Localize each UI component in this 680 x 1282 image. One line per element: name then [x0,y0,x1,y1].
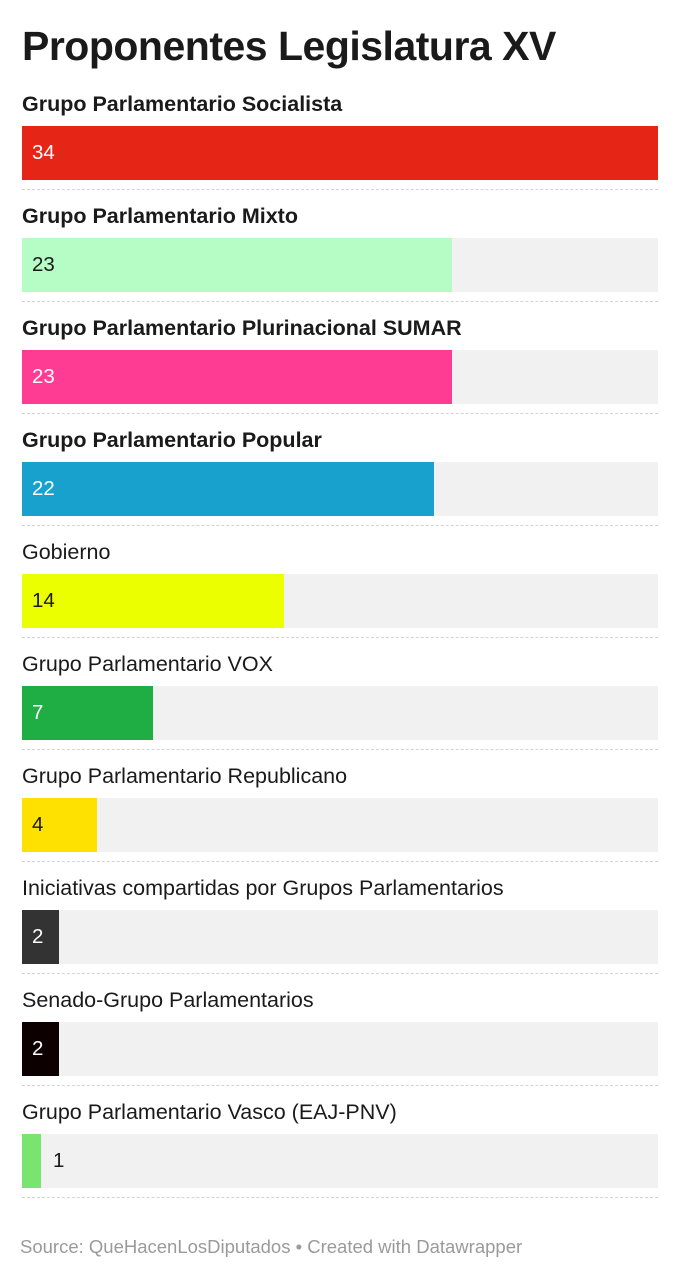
category-label: Grupo Parlamentario Plurinacional SUMAR [22,316,462,340]
bar [22,574,284,628]
value-label: 14 [32,589,55,612]
value-label: 2 [32,1037,44,1060]
bar-track: 1 [22,1134,658,1188]
bar-track: 7 [22,686,658,740]
bar-row: Grupo Parlamentario Plurinacional SUMAR 2… [22,310,658,422]
bar-track: 2 [22,910,658,964]
bar-row: Iniciativas compartidas por Grupos Parla… [22,870,658,982]
bar-row: Grupo Parlamentario Socialista 34 [22,86,658,198]
chart-title: Proponentes Legislatura XV [22,23,556,69]
category-label: Senado-Grupo Parlamentarios [22,988,314,1012]
bar-row: Grupo Parlamentario Republicano 4 [22,758,658,870]
bar [22,462,434,516]
value-label: 1 [53,1149,65,1172]
bar-track: 4 [22,798,658,852]
category-label: Grupo Parlamentario Mixto [22,204,298,228]
row-divider [22,1085,658,1086]
bar-track: 22 [22,462,658,516]
bar-track: 34 [22,126,658,180]
bar [22,350,452,404]
row-divider [22,749,658,750]
bar-row: Grupo Parlamentario Vasco (EAJ-PNV) 1 [22,1094,658,1206]
bar-track: 2 [22,1022,658,1076]
bar-row: Gobierno 14 [22,534,658,646]
category-label: Iniciativas compartidas por Grupos Parla… [22,876,504,900]
row-divider [22,637,658,638]
value-label: 2 [32,925,44,948]
category-label: Grupo Parlamentario Republicano [22,764,348,788]
row-divider [22,301,658,302]
row-divider [22,189,658,190]
bar-track: 14 [22,574,658,628]
category-label: Grupo Parlamentario VOX [22,652,273,676]
value-label: 7 [32,701,44,724]
bar-track: 23 [22,350,658,404]
bar-row: Senado-Grupo Parlamentarios 2 [22,982,658,1094]
bar [22,238,452,292]
category-label: Grupo Parlamentario Socialista [22,92,343,116]
bar-track: 23 [22,238,658,292]
category-label: Grupo Parlamentario Vasco (EAJ-PNV) [22,1100,397,1124]
bar-chart: Grupo Parlamentario Socialista 34 Grupo Pa… [22,86,658,1206]
row-divider [22,1197,658,1198]
row-divider [22,525,658,526]
row-divider [22,973,658,974]
bar-row: Grupo Parlamentario Popular 22 [22,422,658,534]
bar [22,1134,41,1188]
value-label: 34 [32,141,55,164]
bar-row: Grupo Parlamentario VOX 7 [22,646,658,758]
bar-row: Grupo Parlamentario Mixto 23 [22,198,658,310]
value-label: 23 [32,365,55,388]
value-label: 4 [32,813,44,836]
category-label: Grupo Parlamentario Popular [22,428,322,452]
row-divider [22,861,658,862]
value-label: 23 [32,253,55,276]
category-label: Gobierno [22,540,111,564]
value-label: 22 [32,477,55,500]
row-divider [22,413,658,414]
bar [22,126,658,180]
source-footer: Source: QueHacenLosDiputados • Created w… [20,1236,523,1257]
